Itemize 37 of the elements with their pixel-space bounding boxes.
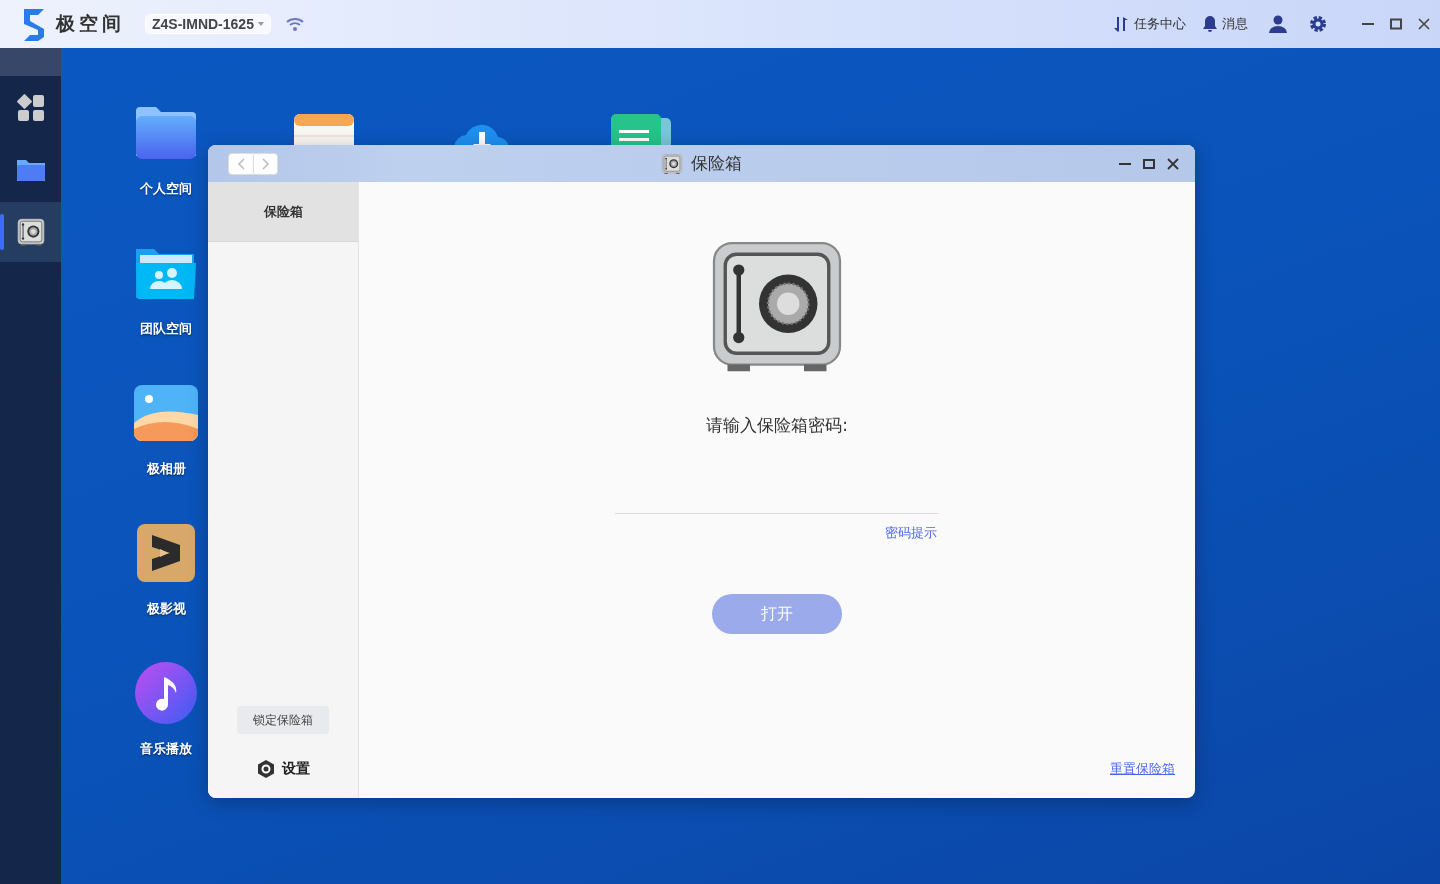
reset-safe-link[interactable]: 重置保险箱 xyxy=(1110,760,1175,778)
maximize-icon[interactable] xyxy=(1390,18,1402,30)
folder-icon xyxy=(134,105,198,161)
settings-button[interactable]: 设置 xyxy=(250,758,316,780)
photo-album-icon xyxy=(134,385,198,441)
settings-icon xyxy=(1308,14,1328,34)
close-button[interactable] xyxy=(1167,157,1179,170)
password-hint-link[interactable]: 密码提示 xyxy=(885,524,937,542)
safe-icon xyxy=(661,152,683,175)
user-button[interactable] xyxy=(1268,15,1288,33)
lock-safe-button[interactable]: 锁定保险箱 xyxy=(237,706,329,734)
chevron-left-icon xyxy=(237,157,245,170)
transfer-arrows-icon xyxy=(1112,15,1130,33)
close-icon xyxy=(1167,157,1179,170)
settings-icon xyxy=(256,759,276,779)
close-icon[interactable] xyxy=(1418,18,1430,30)
dock-header xyxy=(0,48,61,76)
bell-icon xyxy=(1202,15,1218,33)
password-prompt: 请输入保险箱密码: xyxy=(706,414,848,437)
maximize-icon xyxy=(1143,157,1155,170)
task-center-button[interactable]: 任务中心 xyxy=(1112,15,1186,33)
sidebar-item[interactable]: 保险箱 xyxy=(208,182,358,242)
messages-button[interactable]: 消息 xyxy=(1202,15,1248,33)
music-icon xyxy=(134,661,198,725)
wifi-icon xyxy=(284,16,305,32)
settings-button[interactable] xyxy=(1308,14,1328,34)
user-icon xyxy=(1268,15,1288,33)
brand-name: 极空间 xyxy=(56,11,125,36)
dock-item[interactable] xyxy=(0,202,61,262)
video-app-icon xyxy=(136,523,196,583)
folder-icon xyxy=(15,157,46,183)
apps-grid-icon xyxy=(15,93,46,123)
device-selector[interactable]: Z4S-IMND-1625 xyxy=(145,14,271,34)
window-title: 保险箱 xyxy=(691,152,742,175)
maximize-button[interactable] xyxy=(1143,157,1155,170)
chevron-right-icon xyxy=(261,157,270,170)
safe-icon xyxy=(15,217,46,247)
